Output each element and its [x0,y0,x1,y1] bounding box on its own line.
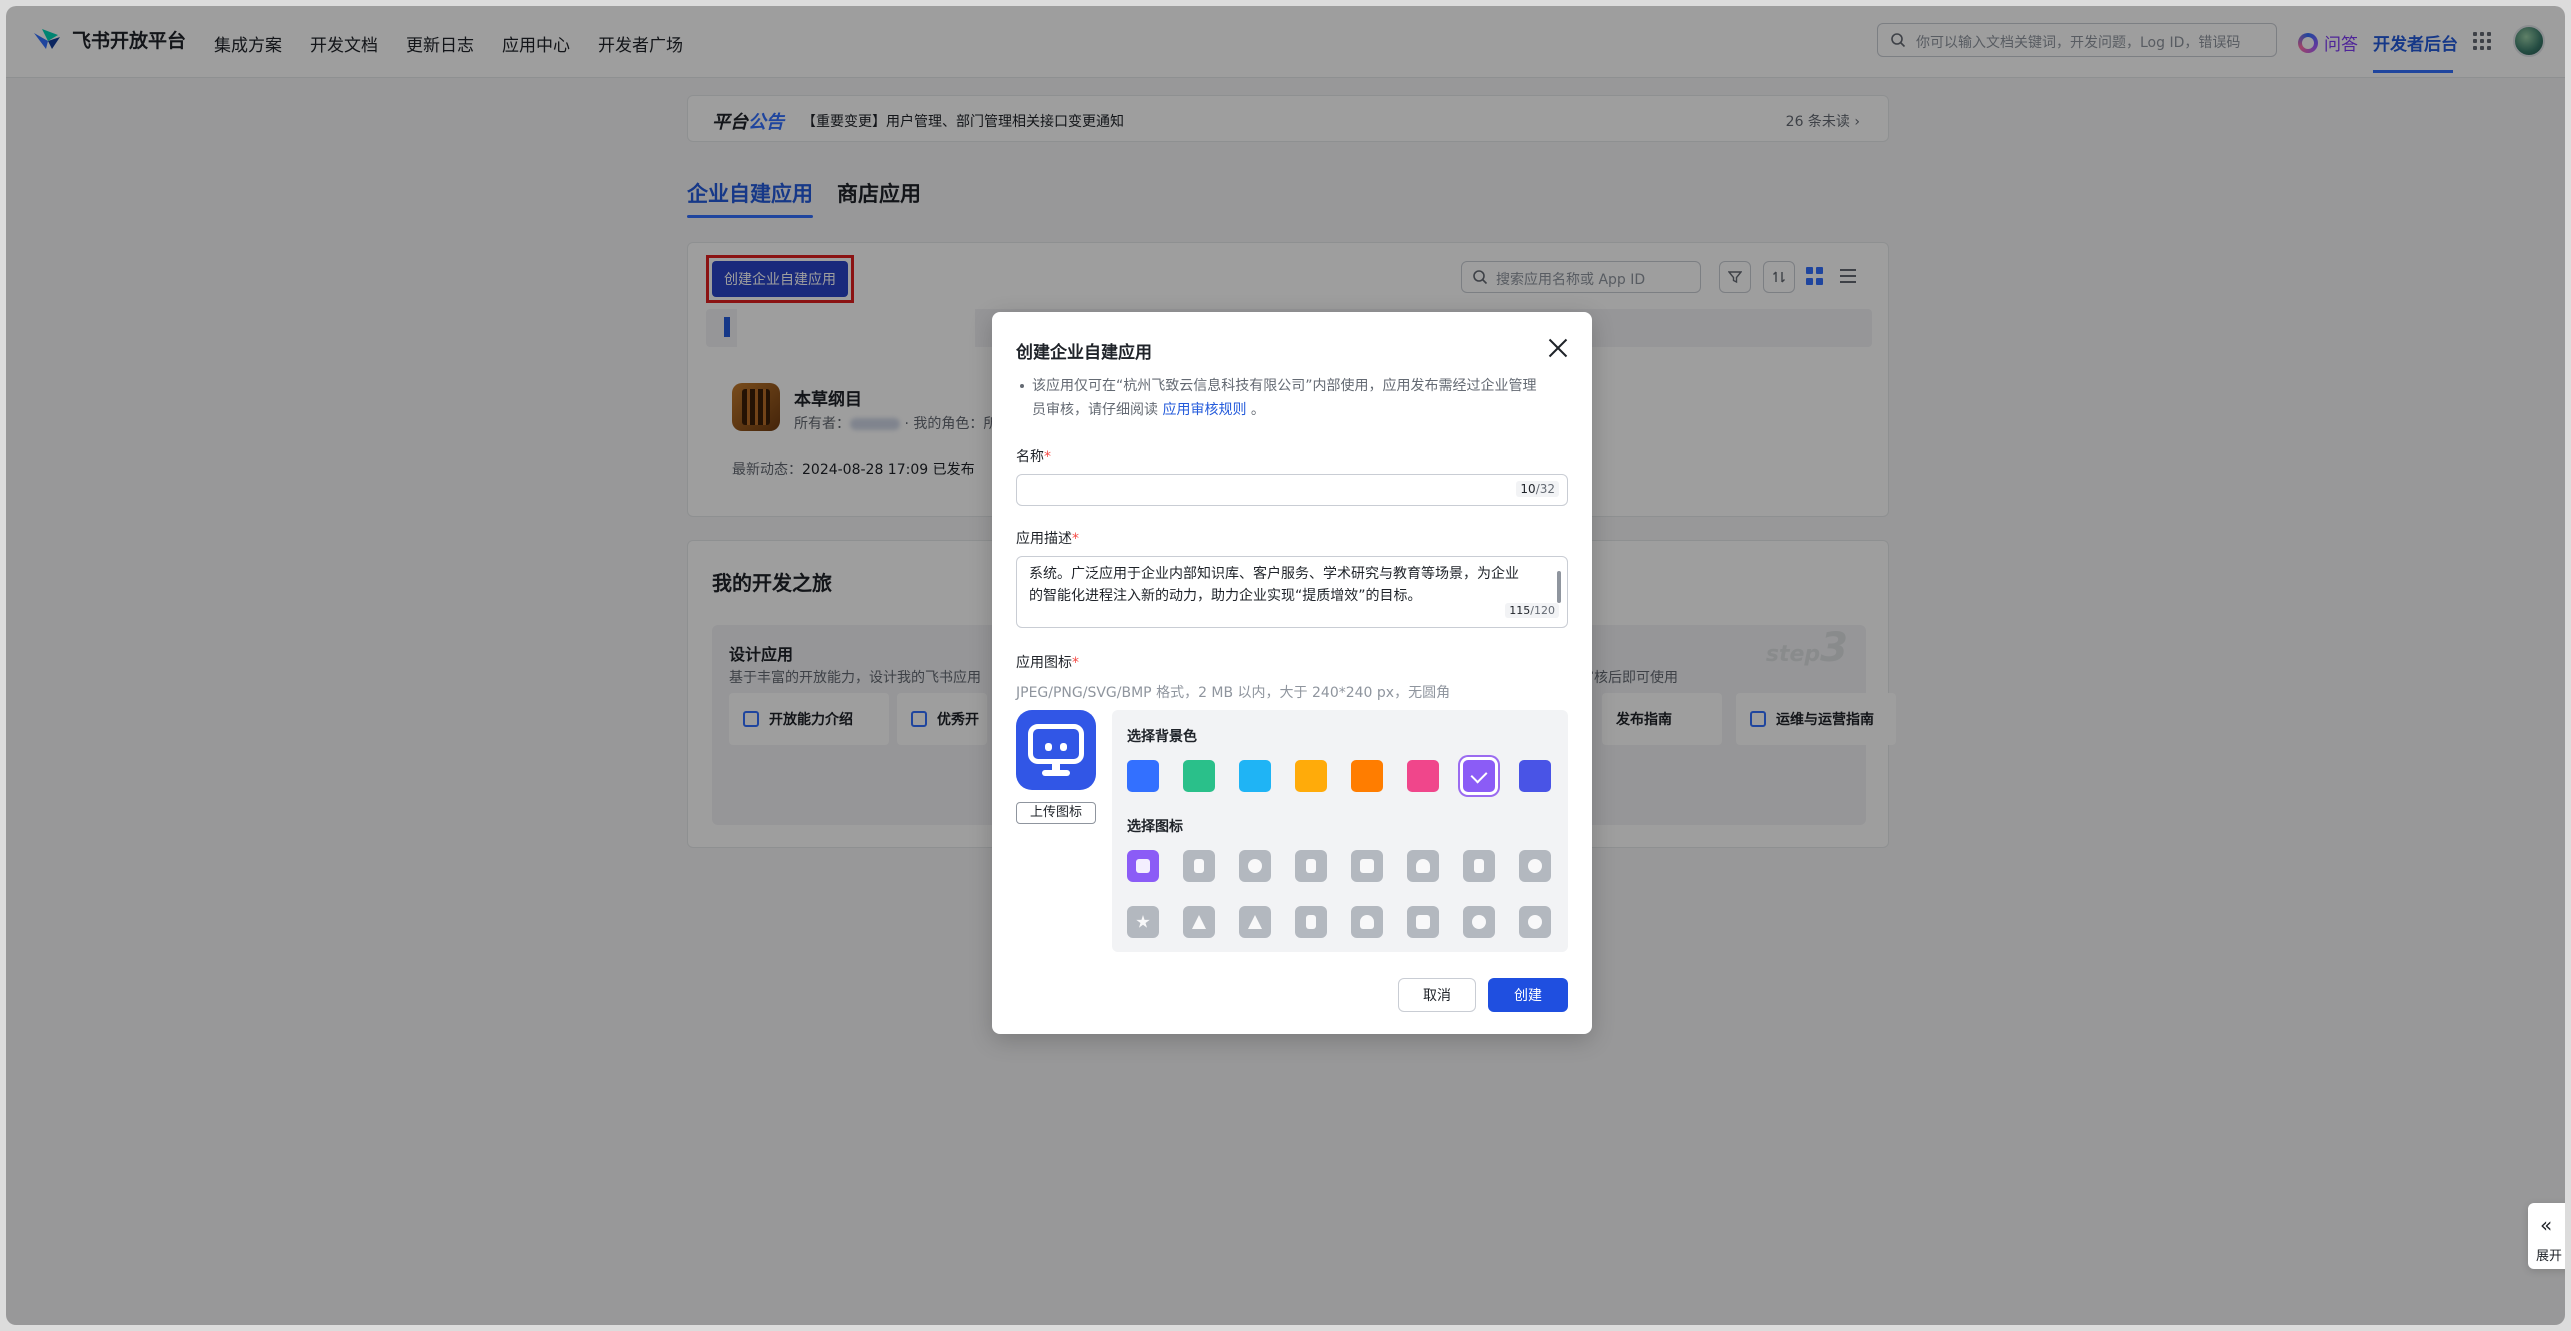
desc-scrollbar[interactable] [1557,571,1561,603]
pie-chart-icon[interactable] [1519,850,1551,882]
document-icon[interactable] [1295,850,1327,882]
selected-app-icon [1016,710,1096,790]
double-chevron-left-icon: « [2540,1213,2553,1237]
bg-swatch-cyan[interactable] [1239,760,1271,792]
name-field[interactable]: 10/32 [1016,474,1568,506]
close-icon[interactable] [1548,338,1568,358]
expand-panel-button[interactable]: « 展开 [2528,1203,2565,1269]
star-icon[interactable] [1127,906,1159,938]
cube-icon[interactable] [1127,850,1159,882]
bg-swatch-orange[interactable] [1351,760,1383,792]
icon-hint: JPEG/PNG/SVG/BMP 格式，2 MB 以内，大于 240*240 p… [1016,685,1451,701]
bulb-icon[interactable] [1239,850,1271,882]
bg-swatch-purple-selected[interactable] [1463,760,1495,792]
dialog-note: 该应用仅可在“杭州飞致云信息科技有限公司”内部使用，应用发布需经过企业管理员审核… [1016,374,1546,422]
bg-swatch-blue[interactable] [1127,760,1159,792]
desc-counter: 115/120 [1505,603,1559,618]
name-label: 名称* [1016,449,1051,465]
layout-icon[interactable] [1407,906,1439,938]
checklist-icon[interactable] [1463,850,1495,882]
icon-picker: 选择背景色 选择图标 [1112,710,1568,952]
upload-icon-button[interactable]: 上传图标 [1016,802,1096,824]
app-window: 飞书开放平台 集成方案 开发文档 更新日志 应用中心 开发者广场 你可以输入文档… [6,6,2565,1325]
dialog-title: 创建企业自建应用 [1016,343,1152,363]
desc-field[interactable]: 系统。广泛应用于企业内部知识库、客户服务、学术研究与教育等场景，为企业的智能化进… [1016,556,1568,628]
bg-color-title: 选择背景色 [1127,729,1197,745]
code-icon[interactable] [1519,906,1551,938]
bell-icon[interactable] [1407,850,1439,882]
icon-select-title: 选择图标 [1127,819,1183,835]
name-counter: 10/32 [1516,481,1559,497]
clipped-text-line [1029,556,1529,557]
cancel-button[interactable]: 取消 [1398,978,1476,1012]
create-app-dialog: 创建企业自建应用 该应用仅可在“杭州飞致云信息科技有限公司”内部使用，应用发布需… [992,312,1592,1034]
users-icon[interactable] [1463,906,1495,938]
wrench-icon[interactable] [1239,906,1271,938]
bg-swatch-indigo[interactable] [1519,760,1551,792]
bg-swatch-yellow[interactable] [1295,760,1327,792]
file-icon[interactable] [1295,906,1327,938]
briefcase-icon[interactable] [1351,850,1383,882]
create-button[interactable]: 创建 [1488,978,1568,1012]
tag-icon[interactable] [1183,906,1215,938]
bg-swatch-pink[interactable] [1407,760,1439,792]
robot-option-icon[interactable] [1183,850,1215,882]
expand-label: 展开 [2536,1249,2563,1264]
icon-label: 应用图标* [1016,655,1079,671]
shield-icon[interactable] [1351,906,1383,938]
desc-text: 系统。广泛应用于企业内部知识库、客户服务、学术研究与教育等场景，为企业的智能化进… [1029,566,1519,604]
review-rules-link[interactable]: 应用审核规则 [1162,402,1246,418]
desc-label: 应用描述* [1016,531,1079,547]
robot-icon [1028,724,1084,764]
bg-swatch-green[interactable] [1183,760,1215,792]
